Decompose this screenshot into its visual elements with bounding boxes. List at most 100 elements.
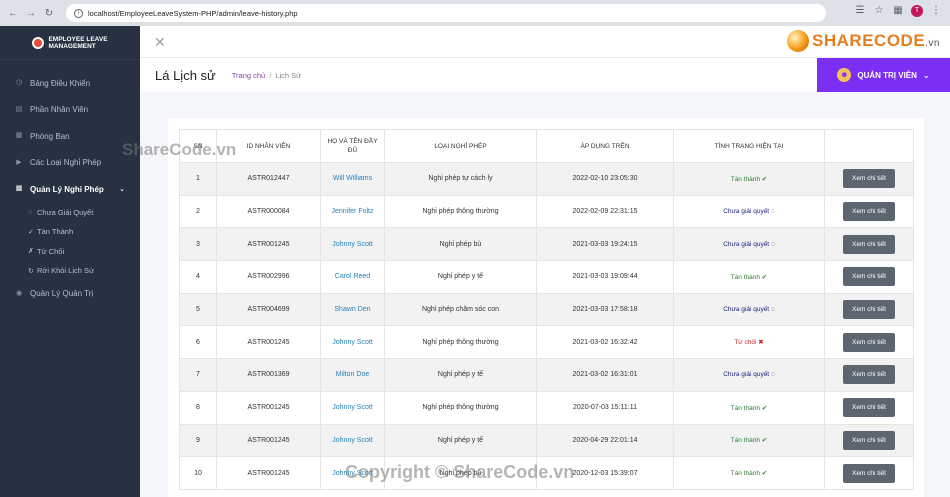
status-approved-icon: ✔ — [760, 470, 768, 478]
cell-sn: 4 — [179, 260, 217, 294]
grid-icon: ▦ — [15, 132, 23, 140]
cell-employee-name[interactable]: Will Williams — [320, 162, 385, 196]
address-bar[interactable]: i localhost/EmployeeLeaveSystem-PHP/admi… — [66, 4, 826, 22]
view-details-button[interactable]: Xem chi tiết — [843, 398, 895, 418]
cell-applied-on: 2021-03-02 16:31:01 — [536, 358, 674, 392]
cell-applied-on: 2021-03-03 19:09:44 — [536, 260, 674, 294]
employee-name-link[interactable]: Johnny Scott — [332, 339, 372, 346]
sidebar-item-leave-management[interactable]: ▩ Quản Lý Nghỉ Phép ⌄ — [0, 176, 140, 203]
more-menu-icon[interactable]: ⋮ — [930, 5, 942, 17]
view-details-button[interactable]: Xem chi tiết — [843, 430, 895, 450]
cell-action: Xem chi tiết — [824, 325, 914, 360]
cell-employee-name[interactable]: Johnny Scott — [320, 325, 385, 360]
cell-employee-name[interactable]: Milton Doe — [320, 358, 385, 392]
sidebar-item-leave-types[interactable]: ▶ Các Loại Nghỉ Phép — [0, 150, 140, 177]
cell-action: Xem chi tiết — [824, 227, 914, 262]
sidebar-item-admin-management[interactable]: ◉ Quản Lý Quản Trị — [0, 281, 140, 308]
sidebar-subitem-pending[interactable]: ◌ Chưa Giải Quyết — [0, 203, 140, 223]
cell-employee-name[interactable]: Johnny Scott — [320, 391, 385, 425]
view-details-button[interactable]: Xem chi tiết — [843, 234, 895, 254]
cell-leave-type: Nghỉ phép y tế — [384, 358, 537, 392]
view-details-button[interactable]: Xem chi tiết — [843, 300, 895, 320]
table-row: 2 ASTR000084 Jennifer Foltz Nghỉ phép thông… — [179, 195, 914, 229]
cell-employee-name[interactable]: Carol Reed — [320, 260, 385, 294]
cell-employee-id: ASTR001245 — [216, 456, 321, 490]
cell-status: Chưa giải quyết ◌ — [673, 227, 825, 262]
view-details-button[interactable]: Xem chi tiết — [843, 169, 895, 189]
sharecode-ball-icon — [787, 30, 810, 52]
employee-name-link[interactable]: Jennifer Foltz — [331, 208, 373, 215]
sidebar-item-label: Quản Lý Quản Trị — [30, 289, 94, 299]
cell-employee-name[interactable]: Shawn Den — [320, 293, 385, 327]
sidebar-subitem-label: Tán Thành — [37, 227, 74, 237]
cell-employee-id: ASTR004699 — [216, 293, 321, 327]
translate-icon[interactable]: ☰ — [854, 5, 866, 17]
status-text: Tán thành — [730, 470, 760, 478]
sidebar-subitem-approved[interactable]: ✓ Tán Thành — [0, 222, 140, 242]
admin-menu-button[interactable]: ☻ QUẢN TRỊ VIÊN ⌄ — [817, 58, 950, 92]
sidebar-subitem-rejected[interactable]: ✗ Từ Chối — [0, 242, 140, 262]
table-row: 1 ASTR012447 Will Williams Nghỉ phép tự các… — [179, 162, 914, 196]
employee-name-link[interactable]: Carol Reed — [335, 273, 370, 280]
column-header[interactable]: TÌNH TRẠNG HIỆN TẠI — [673, 129, 825, 163]
sidebar-subitem-history[interactable]: ↻ Rời Khỏi Lịch Sử — [0, 261, 140, 281]
cell-sn: 7 — [179, 358, 217, 392]
employee-name-link[interactable]: Johnny Scott — [332, 404, 372, 411]
status-pending-icon: ◌ — [769, 240, 775, 248]
star-icon[interactable]: ☆ — [873, 5, 885, 17]
employee-name-link[interactable]: Johnny Scott — [332, 241, 372, 248]
extensions-icon[interactable]: ▦ — [892, 5, 904, 17]
status-pending-icon: ◌ — [769, 306, 775, 314]
cell-leave-type: Nghỉ phép tự cách ly — [384, 162, 537, 196]
column-header[interactable]: ÁP DỤNG TRÊN — [536, 129, 674, 163]
cell-action: Xem chi tiết — [824, 260, 914, 294]
sidebar-item-dashboard[interactable]: ◷ Bảng Điều Khiển — [0, 70, 140, 97]
sidebar-subitem-label: Chưa Giải Quyết — [37, 207, 94, 217]
status-rejected-icon: ✖ — [756, 339, 764, 347]
view-details-button[interactable]: Xem chi tiết — [843, 463, 895, 483]
forward-icon[interactable]: → — [24, 6, 38, 20]
view-details-button[interactable]: Xem chi tiết — [843, 267, 895, 287]
site-info-icon[interactable]: i — [74, 8, 83, 18]
cell-action: Xem chi tiết — [824, 424, 914, 458]
dashboard-icon: ◷ — [15, 79, 23, 87]
view-details-button[interactable]: Xem chi tiết — [843, 332, 895, 352]
column-header[interactable]: HỌ VÀ TÊN ĐẦY ĐỦ — [320, 129, 385, 163]
employee-name-link[interactable]: Milton Doe — [336, 371, 369, 378]
cell-sn: 6 — [179, 325, 217, 360]
cell-action: Xem chi tiết — [824, 391, 914, 425]
sidebar-item-label: Bảng Điều Khiển — [30, 78, 91, 88]
employee-name-link[interactable]: Shawn Den — [334, 306, 370, 313]
status-text: Chưa giải quyết — [723, 306, 770, 314]
back-icon[interactable]: ← — [6, 6, 20, 20]
page-header: Lá Lịch sử Trang chủ / Lịch Sử ☻ QUẢN TR… — [140, 58, 950, 92]
app-logo[interactable]: Employee Leave Management — [0, 26, 140, 60]
sidebar-item-departments[interactable]: ▦ Phòng Ban — [0, 123, 140, 150]
cell-employee-name[interactable]: Johnny Scott — [320, 424, 385, 458]
users-icon: ▤ — [15, 105, 23, 113]
view-details-button[interactable]: Xem chi tiết — [843, 202, 895, 222]
employee-name-link[interactable]: Will Williams — [333, 175, 372, 182]
cell-employee-name[interactable]: Johnny Scott — [320, 227, 385, 262]
cell-sn: 8 — [179, 391, 217, 425]
sharecode-brand: SHARECODE — [812, 31, 926, 50]
view-details-button[interactable]: Xem chi tiết — [843, 365, 895, 385]
cell-status: Chưa giải quyết ◌ — [673, 293, 825, 327]
table-row: 6 ASTR001245 Johnny Scott Nghỉ phép thông t… — [179, 325, 914, 360]
profile-avatar[interactable]: T — [911, 5, 923, 17]
column-header[interactable]: LOẠI NGHỈ PHÉP — [384, 129, 537, 163]
employee-name-link[interactable]: Johnny Scott — [332, 437, 372, 444]
cell-status: Tán thành ✔ — [673, 456, 825, 490]
sidebar-item-label: Quản Lý Nghỉ Phép — [30, 184, 104, 194]
cell-applied-on: 2022-02-09 22:31:15 — [536, 195, 674, 229]
cell-employee-name[interactable]: Jennifer Foltz — [320, 195, 385, 229]
reload-icon[interactable]: ↻ — [42, 6, 56, 20]
table-row: 3 ASTR001245 Johnny Scott Nghỉ phép bù 2021-… — [179, 227, 914, 262]
cell-action: Xem chi tiết — [824, 456, 914, 490]
url-text: localhost/EmployeeLeaveSystem-PHP/admin/… — [88, 8, 298, 18]
status-text: Tán thành — [730, 273, 760, 281]
cell-employee-id: ASTR001245 — [216, 391, 321, 425]
sidebar-item-employees[interactable]: ▤ Phần Nhân Viên — [0, 97, 140, 124]
close-menu-icon[interactable]: ✕ — [154, 35, 166, 49]
breadcrumb-home-link[interactable]: Trang chủ — [232, 71, 266, 80]
